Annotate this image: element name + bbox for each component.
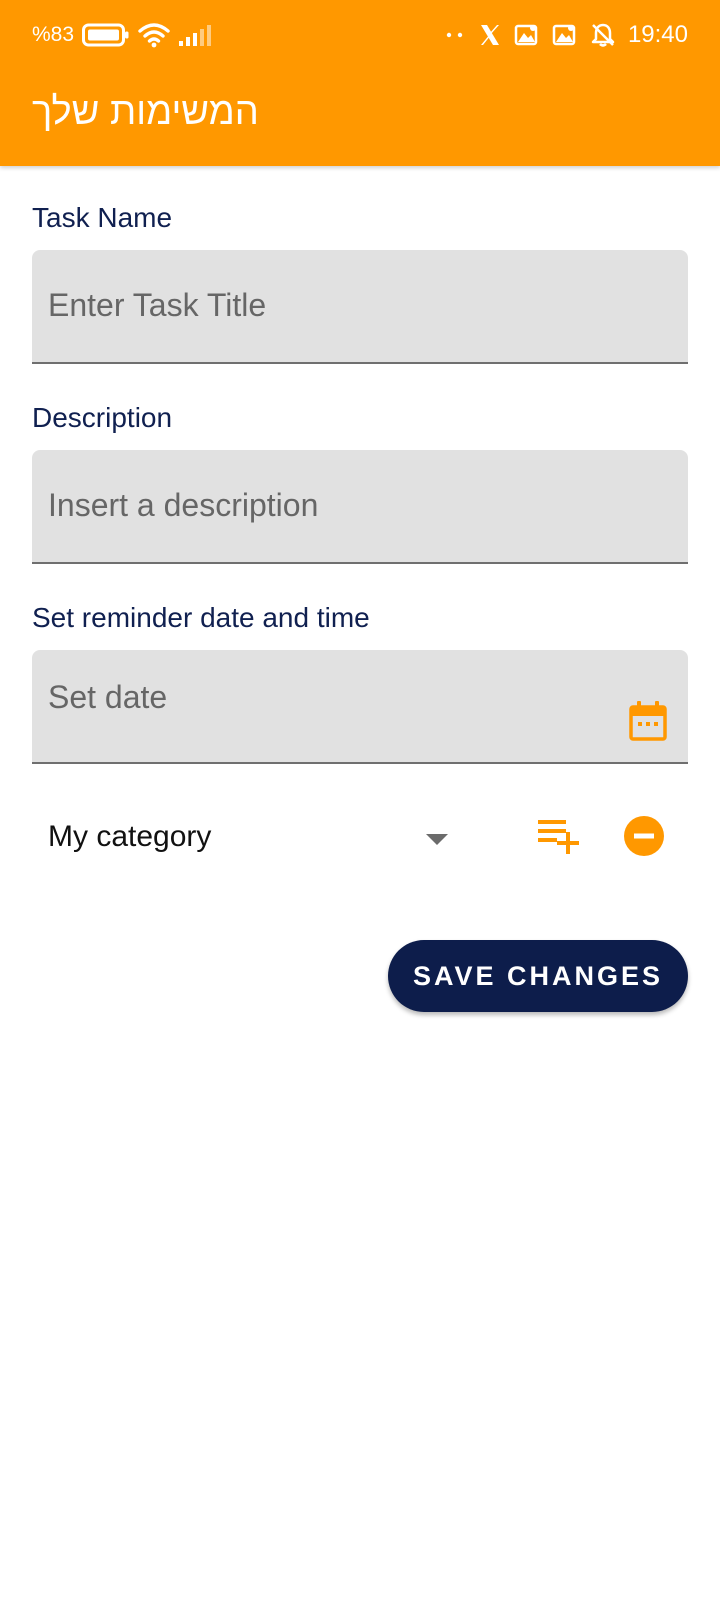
signal-icon <box>178 23 212 47</box>
category-selected-value: My category <box>48 820 212 853</box>
status-bar: %83 19:40 <box>0 0 720 70</box>
battery-percentage: %83 <box>32 23 75 46</box>
playlist-add-icon <box>538 820 579 854</box>
clock-time: 19:40 <box>627 21 688 48</box>
reminder-date-input[interactable] <box>48 672 628 722</box>
description-label: Description <box>32 402 173 433</box>
add-category-button[interactable] <box>534 812 584 862</box>
muted-bell-icon <box>590 22 616 48</box>
reminder-label: Set reminder date and time <box>32 602 370 633</box>
calendar-icon[interactable] <box>628 700 668 742</box>
wifi-icon <box>138 22 170 48</box>
task-name-label: Task Name <box>32 202 173 233</box>
x-app-icon <box>478 23 502 47</box>
category-dropdown[interactable]: My category <box>48 808 448 872</box>
battery-icon <box>82 23 130 47</box>
remove-category-button[interactable] <box>622 814 666 858</box>
task-name-field[interactable] <box>32 250 688 364</box>
app-bar-title: המשימות שלך <box>32 91 259 133</box>
gallery-notification-icon <box>514 22 540 48</box>
app-header: %83 19:40 המשימות שלך <box>0 0 720 166</box>
dropdown-arrow-icon <box>426 834 448 845</box>
save-changes-button[interactable]: SAVE CHANGES <box>388 940 688 1012</box>
description-field[interactable] <box>32 450 688 564</box>
status-bar-left: %83 <box>32 18 212 52</box>
remove-circle-icon <box>624 816 664 856</box>
gallery-notification-icon <box>552 22 578 48</box>
status-bar-right: 19:40 <box>444 18 688 52</box>
dots-icon <box>444 30 466 40</box>
description-input[interactable] <box>48 480 628 530</box>
reminder-date-field[interactable] <box>32 650 688 764</box>
task-name-input[interactable] <box>48 280 628 330</box>
